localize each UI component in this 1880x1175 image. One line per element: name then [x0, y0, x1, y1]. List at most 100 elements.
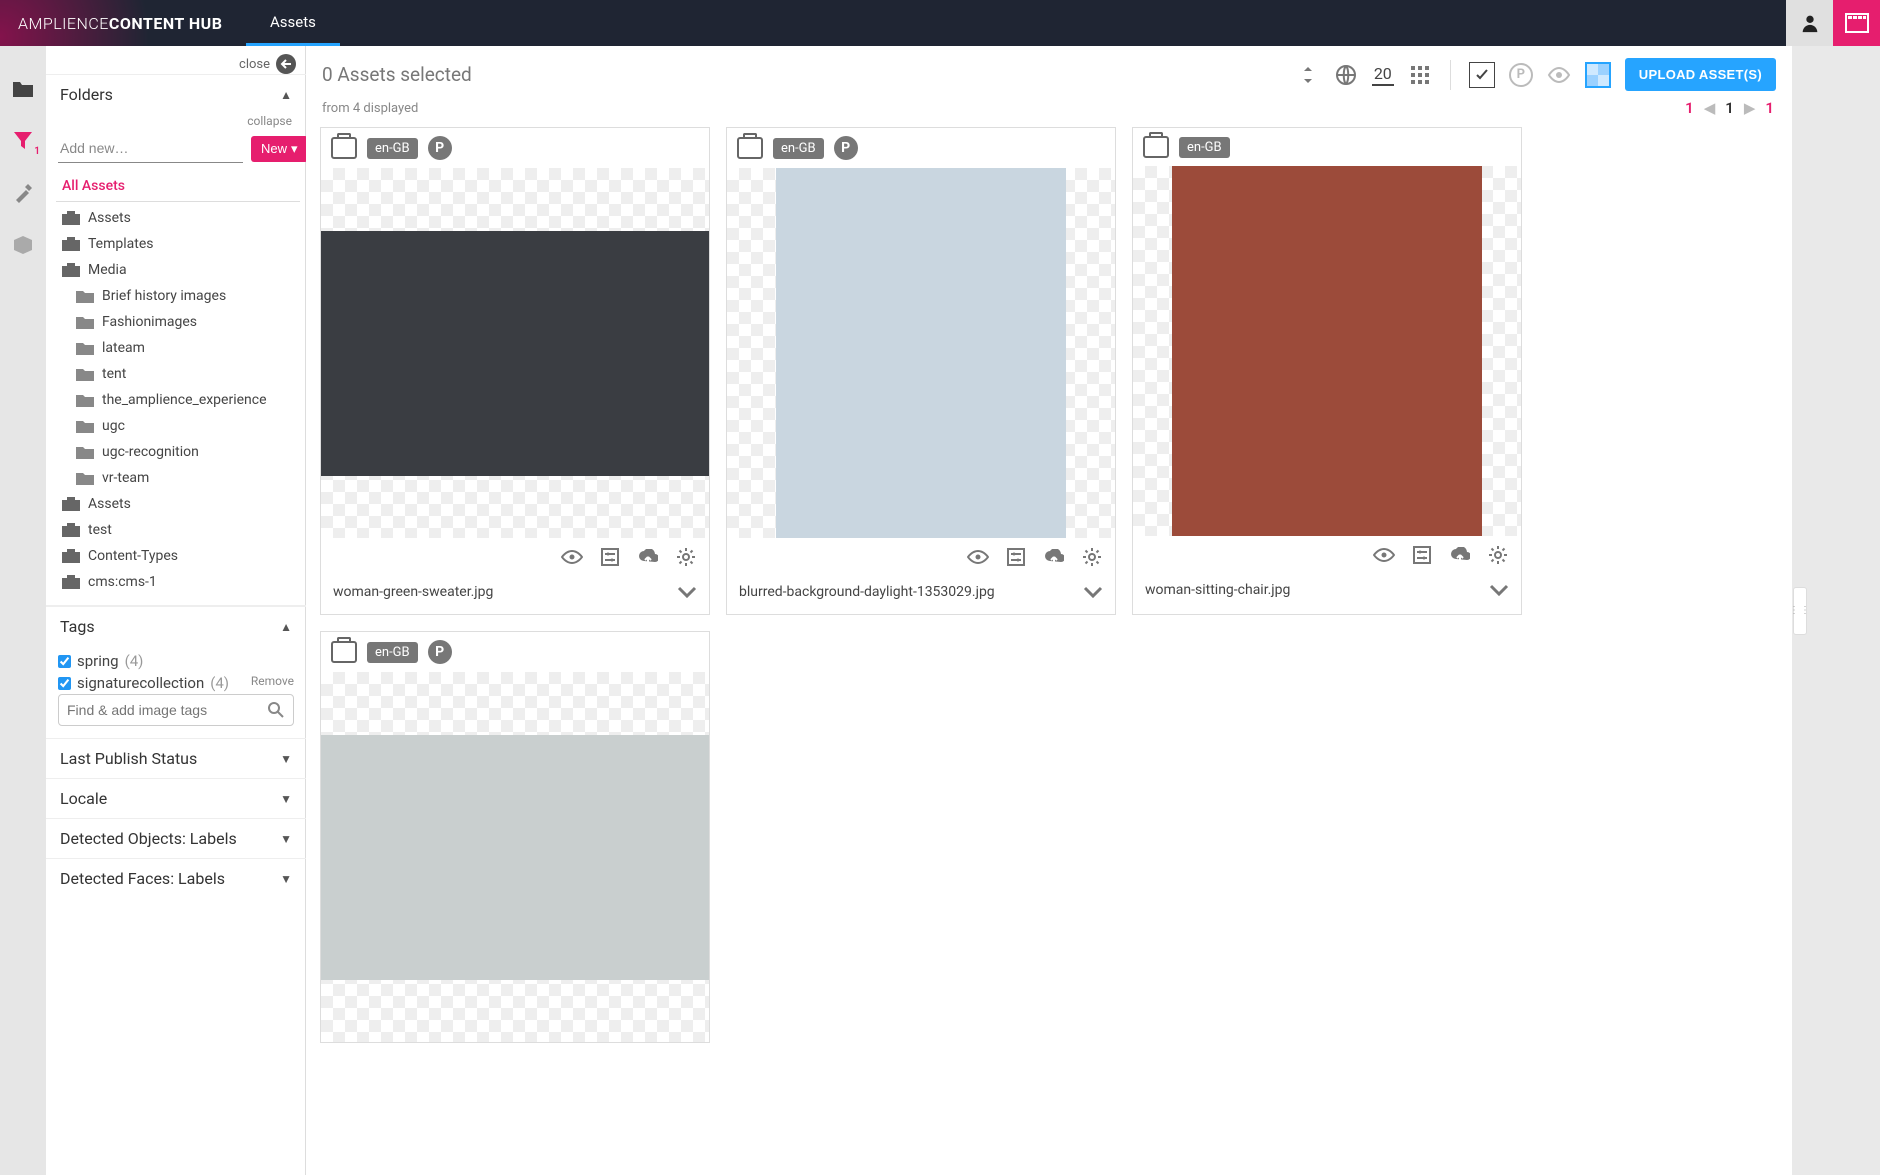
asset-thumbnail[interactable]	[321, 168, 709, 538]
right-gutter	[1808, 46, 1880, 1175]
tag-checkbox[interactable]	[58, 677, 71, 690]
section-faces[interactable]: Detected Faces: Labels▼	[46, 858, 306, 898]
card-upload[interactable]	[637, 546, 659, 568]
sidebar-close-button[interactable]	[276, 54, 296, 74]
preview-toggle[interactable]	[1547, 63, 1571, 87]
card-preview[interactable]	[1373, 544, 1395, 566]
tag-item[interactable]: spring (4)	[58, 650, 294, 672]
eye-icon	[561, 550, 583, 564]
rail-tools-icon[interactable]	[12, 182, 34, 204]
collapse-all-link[interactable]: collapse	[247, 114, 292, 128]
drag-handle-icon: ⋮⋮	[1793, 587, 1807, 635]
pager-prev-icon[interactable]: ◀	[1704, 99, 1716, 117]
card-edit[interactable]	[1411, 544, 1433, 566]
camera-icon	[331, 137, 357, 159]
asset-card[interactable]: en-GB woman-sitting-chair.jpg	[1132, 127, 1522, 615]
rail-package-icon[interactable]	[12, 234, 34, 256]
tag-search[interactable]	[58, 694, 294, 726]
tree-item[interactable]: ugc-recognition	[56, 439, 300, 465]
section-faces-label: Detected Faces: Labels	[60, 869, 225, 888]
tree-item[interactable]: Media	[56, 257, 300, 283]
tab-assets[interactable]: Assets	[246, 0, 340, 46]
chevron-down-icon[interactable]	[677, 586, 697, 598]
tree-item[interactable]: vr-team	[56, 465, 300, 491]
tree-item[interactable]: Brief history images	[56, 283, 300, 309]
tree-all-assets[interactable]: All Assets	[56, 173, 300, 202]
sort-toggle[interactable]	[1296, 63, 1320, 87]
asset-card[interactable]: en-GB P	[320, 631, 710, 1043]
sliders-icon	[601, 548, 619, 566]
grid-view-toggle[interactable]	[1408, 63, 1432, 87]
user-menu[interactable]	[1786, 0, 1833, 46]
publish-status-toggle[interactable]: P	[1509, 63, 1533, 87]
pager-current: 1	[1725, 99, 1734, 117]
section-last-publish[interactable]: Last Publish Status▼	[46, 738, 306, 778]
section-folders-header[interactable]: Folders ▲	[46, 74, 306, 114]
card-settings[interactable]	[675, 546, 697, 568]
briefcase-icon	[62, 523, 80, 537]
rail-filter-icon[interactable]: 1	[12, 130, 34, 152]
folder-icon	[76, 315, 94, 329]
tree-item[interactable]: Content-Types	[56, 543, 300, 569]
chevron-down-icon[interactable]	[1083, 586, 1103, 598]
tree-item[interactable]: Templates	[56, 231, 300, 257]
tree-item[interactable]: the_amplience_experience	[56, 387, 300, 413]
tree-item[interactable]: cms:cms-1	[56, 569, 300, 595]
gear-icon	[676, 547, 696, 567]
tree-item-label: Fashionimages	[102, 314, 197, 330]
card-upload[interactable]	[1043, 546, 1065, 568]
tree-item[interactable]: tent	[56, 361, 300, 387]
tree-item-label: the_amplience_experience	[102, 392, 267, 408]
app-header: AMPLIENCE CONTENT HUB Assets	[0, 0, 1880, 46]
section-last-publish-label: Last Publish Status	[60, 749, 197, 768]
tree-item-label: ugc	[102, 418, 125, 434]
caret-down-icon: ▾	[291, 141, 298, 157]
rail-folder-icon[interactable]	[12, 78, 34, 100]
folder-icon	[76, 289, 94, 303]
upload-button[interactable]: UPLOAD ASSET(S)	[1625, 58, 1776, 91]
asset-card[interactable]: en-GB P woman-green-sweater.jpg	[320, 127, 710, 615]
tree-item[interactable]: test	[56, 517, 300, 543]
tree-item[interactable]: lateam	[56, 335, 300, 361]
asset-filename: blurred-background-daylight-1353029.jpg	[739, 584, 995, 600]
tree-item[interactable]: Fashionimages	[56, 309, 300, 335]
page-size[interactable]: 20	[1372, 64, 1394, 86]
right-panel-handle[interactable]: ⋮⋮	[1792, 46, 1808, 1175]
card-edit[interactable]	[599, 546, 621, 568]
card-preview[interactable]	[967, 546, 989, 568]
section-objects[interactable]: Detected Objects: Labels▼	[46, 818, 306, 858]
section-locale[interactable]: Locale▼	[46, 778, 306, 818]
published-badge: P	[428, 640, 452, 664]
upload-button-label: UPLOAD ASSET(S)	[1639, 67, 1762, 82]
select-all[interactable]	[1469, 62, 1495, 88]
card-edit[interactable]	[1005, 546, 1027, 568]
chevron-down-icon[interactable]	[1489, 584, 1509, 596]
card-settings[interactable]	[1487, 544, 1509, 566]
tag-search-input[interactable]	[67, 702, 267, 718]
tree-item-label: vr-team	[102, 470, 149, 486]
pager-last[interactable]: 1	[1765, 99, 1774, 117]
asset-thumbnail[interactable]	[727, 168, 1115, 538]
pager-first[interactable]: 1	[1685, 99, 1694, 117]
tree-item[interactable]: ugc	[56, 413, 300, 439]
asset-thumbnail[interactable]	[1133, 166, 1521, 536]
asset-thumbnail[interactable]	[321, 672, 709, 1042]
displayed-count: from 4 displayed	[322, 101, 418, 116]
globe-icon	[1335, 64, 1357, 86]
card-settings[interactable]	[1081, 546, 1103, 568]
eye-icon	[967, 550, 989, 564]
asset-card[interactable]: en-GB P blurred-background-daylight-1353…	[726, 127, 1116, 615]
tree-item[interactable]: Assets	[56, 491, 300, 517]
card-upload[interactable]	[1449, 544, 1471, 566]
tree-item[interactable]: Assets	[56, 205, 300, 231]
tags-remove-link[interactable]: Remove	[251, 674, 294, 688]
locale-toggle[interactable]	[1334, 63, 1358, 87]
new-folder-button[interactable]: New ▾	[251, 136, 306, 162]
tag-checkbox[interactable]	[58, 655, 71, 668]
new-folder-input[interactable]	[58, 134, 243, 163]
pager-next-icon[interactable]: ▶	[1744, 99, 1756, 117]
transparency-toggle[interactable]	[1585, 62, 1611, 88]
card-preview[interactable]	[561, 546, 583, 568]
app-switcher[interactable]	[1833, 0, 1880, 46]
section-tags-header[interactable]: Tags ▲	[46, 606, 306, 646]
